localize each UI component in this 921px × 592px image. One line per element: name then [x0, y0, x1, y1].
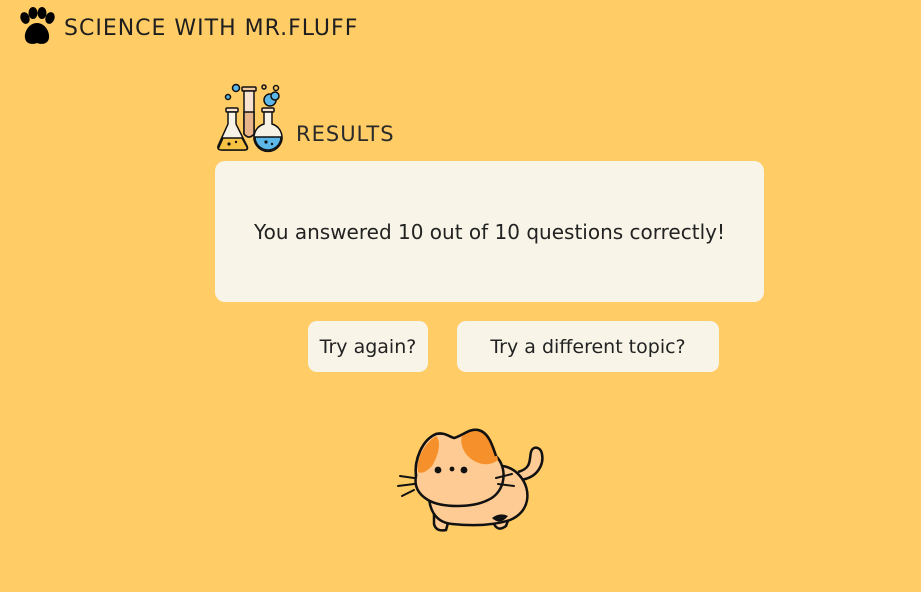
cat-mascot-icon — [397, 428, 544, 532]
try-again-button[interactable]: Try again? — [308, 321, 428, 372]
results-header: RESULTS — [216, 82, 395, 154]
different-topic-button[interactable]: Try a different topic? — [457, 321, 719, 372]
site-header: SCIENCE WITH MR.FLUFF — [16, 7, 358, 49]
results-heading: RESULTS — [296, 122, 395, 146]
result-message: You answered 10 out of 10 questions corr… — [254, 219, 725, 244]
lab-flasks-icon — [217, 83, 283, 153]
result-card: You answered 10 out of 10 questions corr… — [215, 161, 764, 302]
site-title[interactable]: SCIENCE WITH MR.FLUFF — [64, 16, 358, 41]
paw-icon[interactable] — [16, 7, 58, 49]
